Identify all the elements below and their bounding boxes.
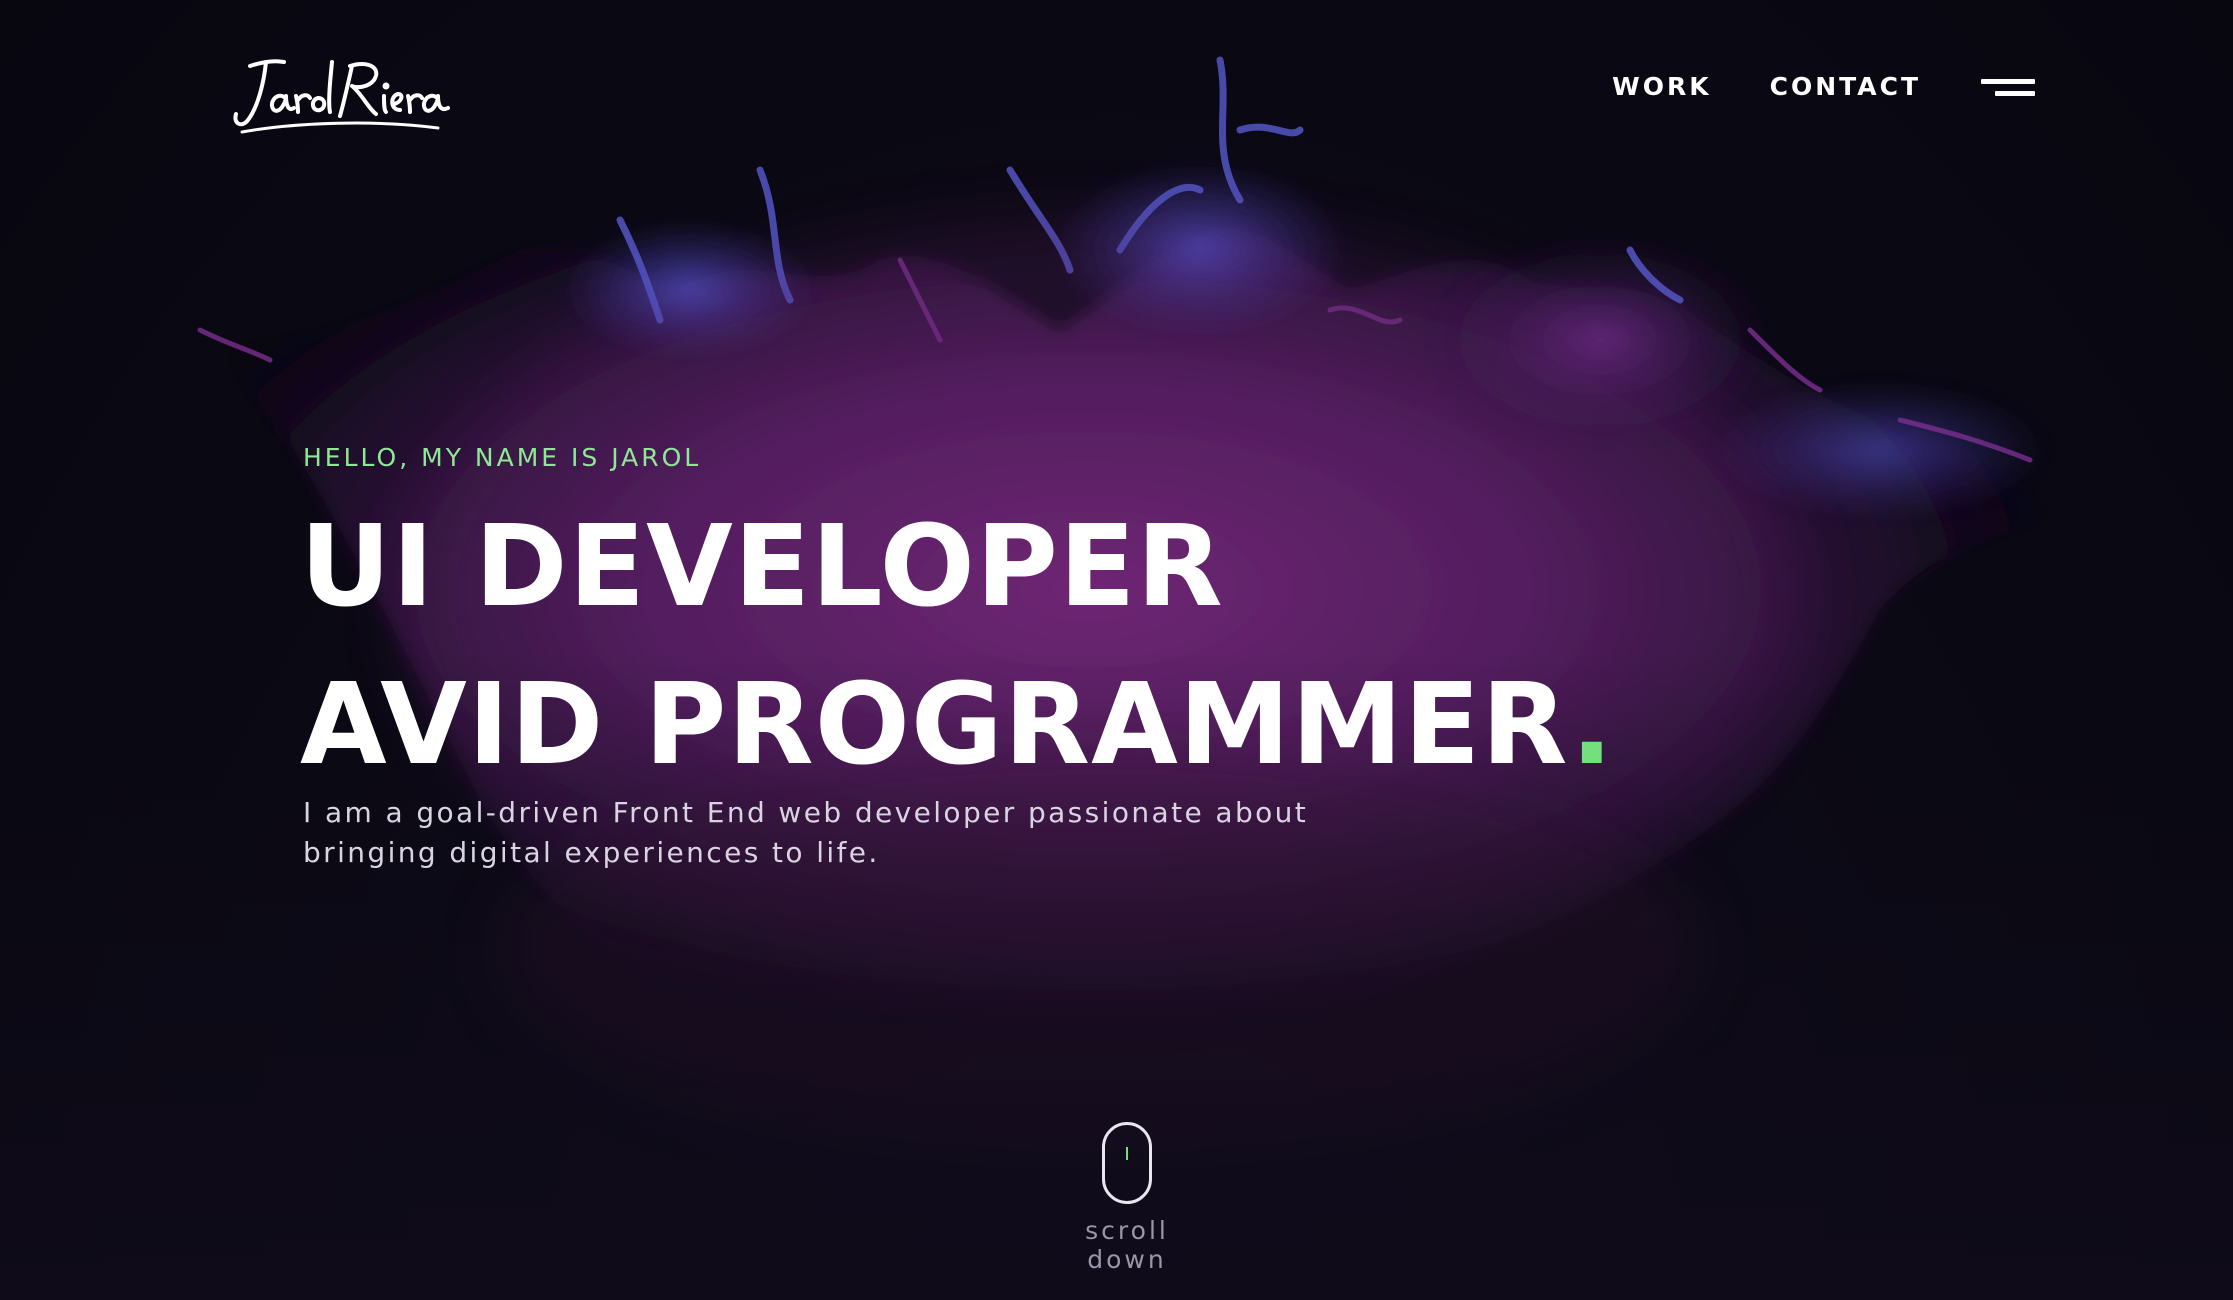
headline-line-2: AVID PROGRAMMER — [300, 660, 1571, 790]
hero-eyebrow: HELLO, MY NAME IS JAROL — [303, 443, 702, 472]
headline-line-1: UI DEVELOPER — [300, 502, 1224, 632]
hamburger-menu-icon[interactable] — [1979, 73, 2035, 101]
scroll-down-label: scroll down — [1085, 1216, 1169, 1274]
hero-description: I am a goal-driven Front End web develop… — [303, 796, 1309, 869]
logo-signature-icon — [233, 59, 450, 134]
main-navigation: WORK CONTACT — [1612, 72, 2035, 101]
landing-page: WORK CONTACT HELLO, MY NAME IS JAROL UI … — [0, 0, 2233, 1300]
site-logo[interactable] — [228, 52, 458, 142]
scroll-down-indicator[interactable]: scroll down — [1046, 1122, 1208, 1274]
nav-link-work[interactable]: WORK — [1612, 72, 1711, 101]
menu-line-top — [1981, 78, 2035, 84]
menu-line-bottom — [1995, 90, 2035, 96]
hero-headline: UI DEVELOPER AVID PROGRAMMER. — [300, 488, 1614, 804]
headline-accent-dot: . — [1570, 660, 1615, 790]
nav-link-contact[interactable]: CONTACT — [1770, 72, 1921, 101]
mouse-wheel — [1126, 1147, 1128, 1160]
mouse-scroll-icon — [1102, 1122, 1152, 1204]
